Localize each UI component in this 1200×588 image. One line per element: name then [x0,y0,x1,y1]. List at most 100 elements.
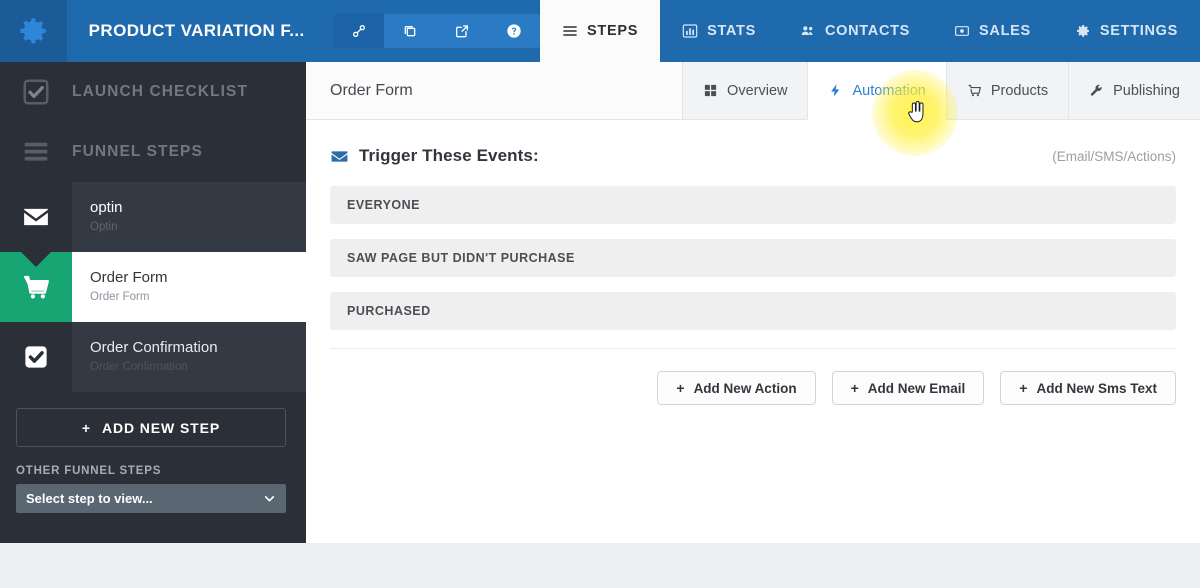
nav-tabs: STEPS STATS CONTACTS SALES SETTINGS [540,0,1200,62]
logo-panel[interactable] [0,0,67,62]
link-icon [352,24,365,37]
tab-products[interactable]: Products [945,62,1069,119]
plus-icon: + [81,419,91,436]
step-subtitle: Optin [90,221,118,234]
trigger-row-saw-page[interactable]: SAW PAGE BUT DIDN'T PURCHASE [330,239,1176,277]
cart-icon [24,275,49,299]
check-square-icon [25,346,47,368]
nav-tab-sales[interactable]: SALES [932,0,1053,62]
launch-checklist-label: LAUNCH CHECKLIST [72,83,249,100]
top-navigation-bar: PRODUCT VARIATION F... STEPS STATS CONTA… [0,0,1200,62]
trigger-heading: Trigger These Events: [359,146,539,165]
tab-label: Overview [727,82,788,99]
step-title: Order Confirmation [90,338,218,356]
help-icon-button[interactable] [488,14,540,48]
select-value: Select step to view... [26,491,153,506]
tab-overview[interactable]: Overview [682,62,808,119]
people-icon [801,26,813,35]
plus-icon: + [850,380,859,396]
trigger-row-label: SAW PAGE BUT DIDN'T PURCHASE [347,251,575,265]
money-icon [955,26,969,36]
bar-chart-icon [682,24,698,38]
clone-icon-button[interactable] [384,14,436,48]
notch-top [21,252,51,267]
button-label: Add New Sms Text [1036,380,1157,396]
order-confirmation-step-body: Order Confirmation Order Confirmation [72,322,306,392]
nav-tab-label: STEPS [587,23,639,39]
content-tabs: Overview Automation Products Publishing [682,62,1200,120]
hamburger-icon [563,26,577,36]
other-funnel-steps-select[interactable]: Select step to view... [16,484,286,513]
link-icon-button[interactable] [332,14,385,48]
tab-automation[interactable]: Automation [807,62,946,120]
optin-step-body: optin Optin [72,182,306,252]
optin-step-icon-wrap [0,182,72,252]
external-link-icon [456,25,469,38]
content-sub-header: Order Form Overview Automation Products … [306,62,1200,120]
nav-tab-label: STATS [707,23,756,39]
nav-tab-settings[interactable]: SETTINGS [1053,0,1200,62]
order-form-step-icon-wrap [0,252,72,337]
help-icon [507,24,521,38]
external-link-icon-button[interactable] [436,14,488,48]
brand-title: PRODUCT VARIATION F... [88,21,305,40]
tab-label: Products [990,82,1049,99]
app-root: PRODUCT VARIATION F... STEPS STATS CONTA… [0,0,1200,588]
button-label: Add New Email [867,380,966,396]
plus-icon: + [676,380,685,396]
add-new-step-button[interactable]: + ADD NEW STEP [16,408,286,447]
sidebar-item-launch-checklist[interactable]: LAUNCH CHECKLIST [0,62,306,122]
funnel-steps-icon-wrap [0,122,72,182]
check-square-outline-icon [23,79,49,105]
gear-icon [1076,25,1089,37]
sidebar-footer: + ADD NEW STEP OTHER FUNNEL STEPS Select… [0,392,306,513]
order-form-step-body: Order Form Order Form [72,252,306,322]
envelope-icon [24,208,48,226]
step-title: optin [90,198,123,216]
nav-tab-stats[interactable]: STATS [660,0,778,62]
topbar-icon-group [332,14,541,48]
grid-icon [704,84,717,97]
envelope-icon [331,150,348,162]
cart-icon [968,84,981,97]
action-button-row: + Add New Action + Add New Email + Add N… [330,349,1176,405]
wrench-icon [1090,84,1102,96]
tab-publishing[interactable]: Publishing [1068,62,1200,119]
trigger-row-label: PURCHASED [347,304,431,318]
step-subtitle: Order Confirmation [90,361,188,374]
trigger-note: (Email/SMS/Actions) [1052,148,1176,164]
funnel-steps-label: FUNNEL STEPS [72,143,203,160]
page-title: Order Form [330,81,413,99]
clone-icon [405,26,416,37]
bolt-icon [831,84,840,97]
step-title: Order Form [90,268,168,286]
add-new-email-button[interactable]: + Add New Email [831,371,985,405]
sidebar: LAUNCH CHECKLIST FUNNEL STEPS optin Opti… [0,62,306,543]
add-new-sms-button[interactable]: + Add New Sms Text [1000,371,1176,405]
sidebar-item-funnel-steps[interactable]: FUNNEL STEPS [0,122,306,182]
button-label: Add New Action [693,380,797,396]
sidebar-step-order-form[interactable]: Order Form Order Form [0,252,306,337]
trigger-row-purchased[interactable]: PURCHASED [330,292,1176,330]
gear-icon [20,18,47,44]
add-new-action-button[interactable]: + Add New Action [657,371,816,405]
trigger-row-everyone[interactable]: EVERYONE [330,186,1176,224]
order-confirmation-step-icon-wrap [0,322,72,392]
nav-tab-steps[interactable]: STEPS [540,0,661,62]
checklist-icon-wrap [0,62,72,122]
add-new-step-label: ADD NEW STEP [101,419,221,436]
nav-tab-label: SETTINGS [1099,23,1178,39]
nav-tab-contacts[interactable]: CONTACTS [778,0,932,62]
automation-content: Trigger These Events: (Email/SMS/Actions… [306,120,1200,405]
main-panel: Order Form Overview Automation Products … [306,62,1200,543]
other-funnel-steps-label: OTHER FUNNEL STEPS [16,465,162,477]
trigger-row-label: EVERYONE [347,198,421,212]
trigger-header: Trigger These Events: (Email/SMS/Actions… [330,146,1176,166]
nav-tab-label: SALES [979,23,1031,39]
tab-label: Automation [852,82,926,99]
sidebar-step-optin[interactable]: optin Optin [0,182,306,252]
tab-label: Publishing [1113,82,1180,99]
sidebar-step-order-confirmation[interactable]: Order Confirmation Order Confirmation [0,322,306,392]
step-subtitle: Order Form [90,291,150,304]
plus-icon: + [1019,380,1028,396]
